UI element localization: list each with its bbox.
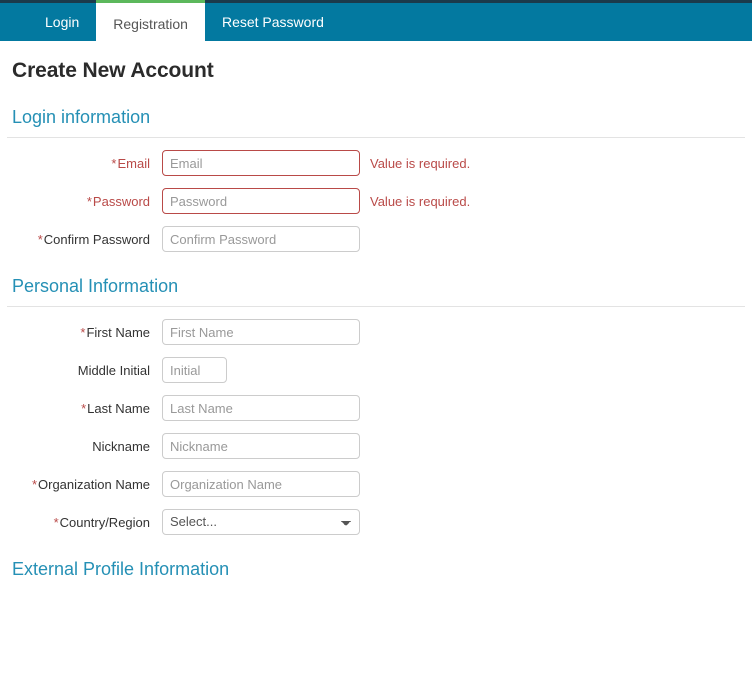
field-row-organization-name: *Organization Name [0,471,752,497]
required-asterisk: * [53,514,59,530]
middle-initial-input[interactable] [162,357,227,383]
section-heading-login-information: Login information [12,107,151,127]
required-asterisk: * [111,155,117,171]
tab-login-label: Login [45,14,80,30]
error-message-email: Value is required. [370,155,471,171]
label-nickname: Nickname [92,438,150,454]
control-first-name [162,319,360,345]
field-row-middle-initial: Middle Initial [0,357,752,383]
field-row-password: *Password Value is required. [0,188,752,214]
tab-reset-password-label: Reset Password [221,14,324,30]
label-last-name: *Last Name [81,400,150,416]
required-asterisk: * [86,193,92,209]
tab-registration[interactable]: Registration [96,0,205,41]
field-row-country-region: *Country/Region Select... [0,509,752,535]
field-row-confirm-password: *Confirm Password [0,226,752,252]
nickname-input[interactable] [162,433,360,459]
section-divider [7,306,745,307]
required-asterisk: * [81,400,87,416]
control-password [162,188,360,214]
page-title: Create New Account [12,59,214,82]
password-input[interactable] [162,188,360,214]
tab-login[interactable]: Login [28,3,96,41]
required-asterisk: * [31,476,37,492]
tab-registration-label: Registration [113,15,188,32]
section-heading-external-profile-information: External Profile Information [12,559,230,579]
login-information-form: *Email Value is required. *Password Valu… [0,150,752,252]
personal-information-form: *First Name Middle Initial *Last Name Ni… [0,319,752,535]
email-input[interactable] [162,150,360,176]
label-password: *Password [86,193,150,209]
tab-bar: Login Registration Reset Password [0,0,752,41]
country-region-select[interactable]: Select... [162,509,360,535]
field-row-email: *Email Value is required. [0,150,752,176]
control-middle-initial [162,357,227,383]
last-name-input[interactable] [162,395,360,421]
organization-name-input[interactable] [162,471,360,497]
control-last-name [162,395,360,421]
tab-reset-password[interactable]: Reset Password [205,3,341,41]
control-country-region: Select... [162,509,360,535]
required-asterisk: * [80,324,86,340]
control-organization-name [162,471,360,497]
control-confirm-password [162,226,360,252]
first-name-input[interactable] [162,319,360,345]
control-nickname [162,433,360,459]
section-divider [7,137,745,138]
label-confirm-password: *Confirm Password [37,231,150,247]
label-middle-initial: Middle Initial [77,362,150,378]
label-organization-name: *Organization Name [31,476,150,492]
section-personal-information: Personal Information *First Name Middle … [0,276,752,535]
error-message-password: Value is required. [370,193,471,209]
section-login-information: Login information *Email Value is requir… [0,107,752,252]
field-row-first-name: *First Name [0,319,752,345]
confirm-password-input[interactable] [162,226,360,252]
field-row-last-name: *Last Name [0,395,752,421]
required-asterisk: * [37,231,43,247]
field-row-nickname: Nickname [0,433,752,459]
label-email: *Email [111,155,150,171]
section-heading-personal-information: Personal Information [12,276,179,296]
section-external-profile-information: External Profile Information [0,559,752,580]
label-first-name: *First Name [80,324,150,340]
label-country-region: *Country/Region [53,514,150,530]
control-email [162,150,360,176]
page-content: Create New Account Login information *Em… [0,59,752,580]
